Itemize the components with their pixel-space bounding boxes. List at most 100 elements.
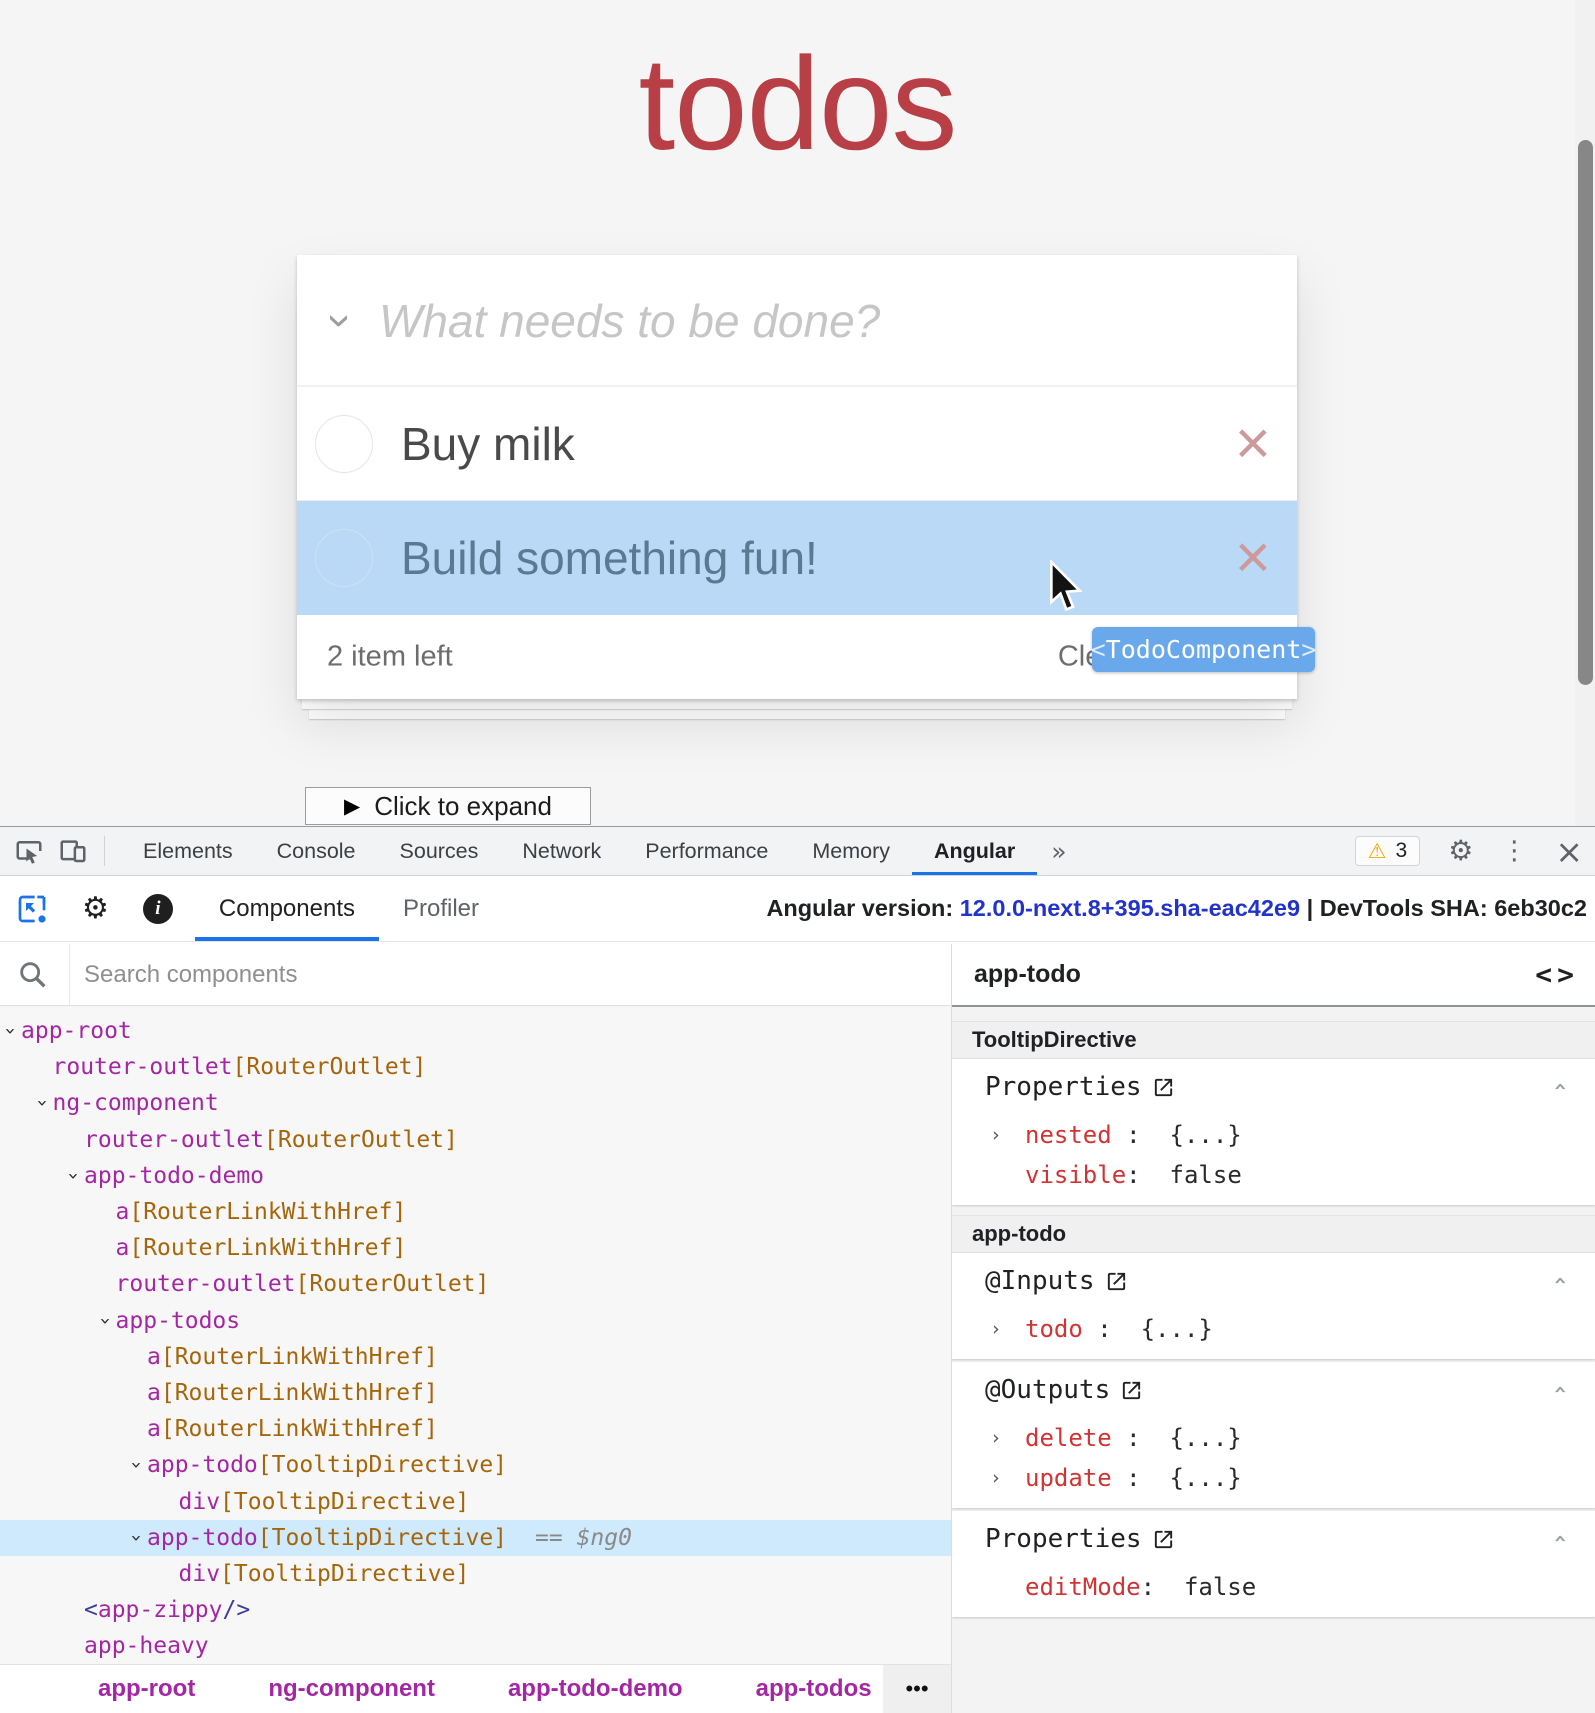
tab-sources[interactable]: Sources xyxy=(378,827,501,875)
tab-elements[interactable]: Elements xyxy=(121,827,255,875)
chevron-down-icon[interactable]: › xyxy=(126,1455,148,1476)
property-inspector-panel: app-todo <> TooltipDirectiveProperties››… xyxy=(952,944,1595,1713)
todo-toggle-checkbox[interactable] xyxy=(315,529,373,587)
new-todo-row: › xyxy=(297,255,1297,387)
delete-todo-icon[interactable]: × xyxy=(1235,413,1271,475)
breadcrumb-item-ng-component[interactable]: ng-component xyxy=(268,1675,435,1703)
property-group-header[interactable]: @Inputs› xyxy=(952,1253,1595,1309)
chevron-down-icon[interactable]: › xyxy=(94,1310,116,1331)
tab-console[interactable]: Console xyxy=(255,827,378,875)
component-tree: ›app-rootrouter-outlet[RouterOutlet]›ng-… xyxy=(0,1007,951,1664)
tree-node[interactable]: a[RouterLinkWithHref] xyxy=(0,1375,951,1411)
property-group-header[interactable]: Properties› xyxy=(952,1059,1595,1115)
tab-profiler[interactable]: Profiler xyxy=(379,876,503,941)
view-source-icon[interactable]: <> xyxy=(1535,958,1579,991)
chevron-down-icon[interactable]: › xyxy=(0,1021,22,1042)
tree-node[interactable]: div[TooltipDirective] xyxy=(0,1483,951,1519)
toolbar-separator xyxy=(104,836,105,866)
chevron-down-icon[interactable]: › xyxy=(316,301,366,341)
search-icon xyxy=(16,958,50,997)
breadcrumb-item-app-todos[interactable]: app-todos xyxy=(756,1675,872,1703)
screenshot-root: todos › Buy milk×Build something fun!× 2… xyxy=(0,0,1595,1713)
tree-node[interactable]: router-outlet[RouterOutlet] xyxy=(0,1122,951,1158)
info-icon[interactable]: i xyxy=(143,894,173,924)
collapse-chevron-icon[interactable]: › xyxy=(1547,1532,1573,1546)
tree-node[interactable]: app-heavy xyxy=(0,1628,951,1664)
delete-todo-icon[interactable]: × xyxy=(1235,527,1271,589)
collapse-chevron-icon[interactable]: › xyxy=(1547,1080,1573,1094)
chevron-down-icon[interactable]: › xyxy=(31,1093,53,1114)
tree-node[interactable]: ›app-todo[TooltipDirective] xyxy=(0,1447,951,1483)
tree-node[interactable]: ›app-root xyxy=(0,1013,951,1049)
expand-icon[interactable]: › xyxy=(990,1124,1010,1146)
search-components-input[interactable] xyxy=(84,944,924,1005)
open-in-new-icon xyxy=(1152,1528,1175,1551)
property-row[interactable]: ›delete : {...} xyxy=(952,1418,1595,1458)
property-row[interactable]: ›nested : {...} xyxy=(952,1115,1595,1155)
property-key: update xyxy=(1025,1464,1112,1492)
tab-network[interactable]: Network xyxy=(500,827,623,875)
tree-node-tag: div xyxy=(179,1561,221,1587)
angular-inspect-icon[interactable] xyxy=(16,893,48,925)
property-group-header[interactable]: @Outputs› xyxy=(952,1362,1595,1418)
property-row[interactable]: ›editMode: false xyxy=(952,1567,1595,1607)
kebab-menu-icon[interactable]: ⋮ xyxy=(1501,838,1527,864)
tree-node[interactable]: router-outlet[RouterOutlet] xyxy=(0,1049,951,1085)
inspector-section: app-todo@Inputs››todo : {...}@Outputs››d… xyxy=(952,1215,1595,1617)
card-stack-sheet xyxy=(302,699,1292,709)
new-todo-input[interactable] xyxy=(379,294,1297,348)
tree-node[interactable]: ›app-todos xyxy=(0,1303,951,1339)
tree-node[interactable]: a[RouterLinkWithHref] xyxy=(0,1230,951,1266)
more-tabs-icon[interactable]: » xyxy=(1037,837,1080,866)
close-icon[interactable]: × xyxy=(1555,835,1583,868)
version-number[interactable]: 12.0.0-next.8+395.sha-eac42e9 xyxy=(960,895,1300,921)
property-row[interactable]: ›update : {...} xyxy=(952,1458,1595,1498)
warning-count: 3 xyxy=(1396,839,1408,863)
angular-settings-gear-icon[interactable]: ⚙ xyxy=(82,891,109,926)
tree-node[interactable]: ›app-todo-demo xyxy=(0,1158,951,1194)
expand-button[interactable]: ▶ Click to expand xyxy=(305,787,591,825)
tree-node[interactable]: router-outlet[RouterOutlet] xyxy=(0,1266,951,1302)
tab-performance[interactable]: Performance xyxy=(623,827,790,875)
tree-node[interactable]: a[RouterLinkWithHref] xyxy=(0,1411,951,1447)
property-value: {...} xyxy=(1170,1424,1242,1452)
breadcrumb-more-button[interactable]: ••• xyxy=(883,1665,951,1713)
chevron-down-icon[interactable]: › xyxy=(126,1527,148,1548)
chevron-down-icon[interactable]: › xyxy=(63,1165,85,1186)
settings-gear-icon[interactable]: ⚙ xyxy=(1448,837,1473,865)
tab-components[interactable]: Components xyxy=(195,876,379,941)
mouse-cursor xyxy=(1048,560,1088,614)
todo-item-row[interactable]: Buy milk × xyxy=(297,387,1297,501)
tree-node-directive: [TooltipDirective] xyxy=(220,1489,469,1515)
device-toolbar-icon[interactable] xyxy=(58,836,88,866)
tree-node[interactable]: ›ng-component xyxy=(0,1085,951,1121)
breadcrumb: app-root ng-component app-todo-demo app-tod… xyxy=(0,1665,951,1713)
tree-node[interactable]: div[TooltipDirective] xyxy=(0,1556,951,1592)
tree-node[interactable]: a[RouterLinkWithHref] xyxy=(0,1194,951,1230)
expand-icon[interactable]: › xyxy=(990,1318,1010,1340)
property-row[interactable]: ›todo : {...} xyxy=(952,1309,1595,1349)
todo-item-row[interactable]: Build something fun!× xyxy=(297,501,1297,615)
tree-node-tag: router-outlet xyxy=(116,1271,296,1297)
tab-angular[interactable]: Angular xyxy=(912,827,1037,875)
property-group-header[interactable]: Properties› xyxy=(952,1511,1595,1567)
tab-memory[interactable]: Memory xyxy=(790,827,912,875)
todo-toggle-checkbox[interactable] xyxy=(315,415,373,473)
expand-icon[interactable]: › xyxy=(990,1427,1010,1449)
collapse-chevron-icon[interactable]: › xyxy=(1547,1383,1573,1397)
devtools-sha: | DevTools SHA: 6eb30c2 xyxy=(1300,895,1587,921)
property-group: Properties››nested : {...}›visible: fals… xyxy=(952,1059,1595,1205)
scrollbar-thumb[interactable] xyxy=(1578,140,1593,685)
expand-icon[interactable]: › xyxy=(990,1467,1010,1489)
property-row[interactable]: ›visible: false xyxy=(952,1155,1595,1195)
inspect-element-icon[interactable] xyxy=(14,836,44,866)
tree-node[interactable]: a[RouterLinkWithHref] xyxy=(0,1339,951,1375)
todo-item-label: Buy milk xyxy=(401,417,575,471)
devtools: ElementsConsoleSourcesNetworkPerformance… xyxy=(0,826,1595,1713)
breadcrumb-item-app-root[interactable]: app-root xyxy=(98,1675,195,1703)
warning-badge[interactable]: ⚠ 3 xyxy=(1355,836,1421,866)
tree-node[interactable]: <app-zippy/> xyxy=(0,1592,951,1628)
breadcrumb-item-app-todo-demo[interactable]: app-todo-demo xyxy=(508,1675,683,1703)
tree-node[interactable]: ›app-todo[TooltipDirective]== $ng0 xyxy=(0,1520,951,1556)
collapse-chevron-icon[interactable]: › xyxy=(1547,1274,1573,1288)
